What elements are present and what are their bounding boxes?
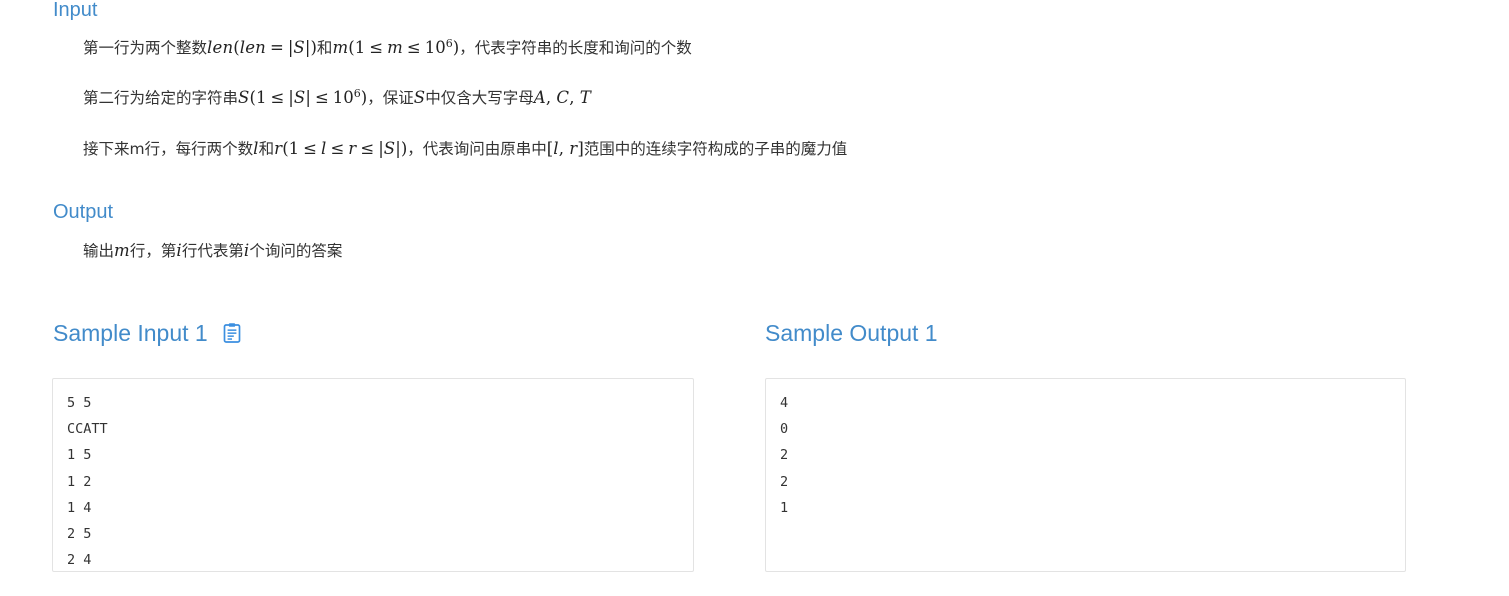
- math-token: S: [383, 139, 396, 158]
- statement-text: ，代表询问由原串中: [407, 140, 547, 158]
- math-token: ≤: [406, 38, 421, 57]
- sample-input-title: Sample Input 1: [53, 320, 208, 346]
- math-token: ≤: [330, 139, 345, 158]
- math-token: (1: [348, 38, 366, 57]
- math-token: 6: [353, 86, 361, 100]
- math-token: ≤: [369, 38, 384, 57]
- math-token: ≤: [303, 139, 317, 158]
- math-token: A: [533, 88, 546, 107]
- math-token: len: [239, 38, 267, 57]
- statement-text: 范围中的连续字符构成的子串的魔力值: [583, 140, 848, 158]
- input-line-1: 第一行为两个整数len(len = |S|)和m(1 ≤ m ≤106)，代表字符串的长度…: [83, 37, 692, 59]
- section-heading-output: Output: [53, 201, 114, 223]
- sample-input-content: 5 5 CCATT 1 5 1 2 1 4 2 5 2 4: [67, 395, 108, 569]
- math-token: 6: [445, 36, 453, 50]
- input-line-3: 接下来m行，每行两个数l和r(1 ≤ l ≤ r ≤ |S|)，代表询问由原串中[l, r]…: [83, 138, 847, 160]
- math-token: S: [413, 88, 426, 107]
- math-token: ≤: [360, 139, 375, 158]
- statement-text: 第一行为两个整数: [83, 39, 208, 57]
- math-token: r: [274, 139, 283, 158]
- sample-input-header: Sample Input 1: [53, 319, 242, 347]
- section-heading-input: Input: [53, 0, 98, 21]
- sample-output-box: 4 0 2 2 1: [765, 378, 1406, 572]
- math-token: S: [238, 88, 250, 107]
- statement-text: 中仅含大写字母: [425, 89, 534, 107]
- statement-text: 输出: [83, 242, 115, 260]
- math-token: |): [395, 139, 408, 158]
- math-token: S: [293, 38, 305, 57]
- output-line-1: 输出m行，第i行代表第i个询问的答案: [83, 240, 342, 262]
- math-token: 10: [424, 38, 446, 57]
- math-token: (1: [249, 88, 267, 107]
- sample-output-title: Sample Output 1: [765, 320, 938, 346]
- math-token: 10: [332, 88, 354, 107]
- statement-text: 和: [258, 140, 275, 158]
- statement-text: 个询问的答案: [249, 242, 343, 260]
- problem-statement-page: Input 第一行为两个整数len(len = |S|)和m(1 ≤ m ≤106)，代表…: [0, 0, 1509, 596]
- math-token: ,: [558, 139, 570, 158]
- math-token: |): [304, 38, 317, 57]
- sample-output-content: 4 0 2 2 1: [780, 395, 789, 516]
- math-token: ,: [569, 88, 580, 107]
- math-token: len: [207, 38, 234, 57]
- statement-text: 接下来m行，每行两个数: [83, 140, 254, 158]
- math-token: m: [114, 241, 130, 260]
- math-token: m: [387, 38, 403, 57]
- math-token: S: [293, 88, 306, 107]
- math-token: C: [556, 88, 570, 107]
- sample-input-box: 5 5 CCATT 1 5 1 2 1 4 2 5 2 4: [52, 378, 694, 572]
- input-line-2: 第二行为给定的字符串S(1 ≤ |S| ≤106)，保证S中仅含大写字母A, C, T: [83, 87, 591, 109]
- statement-text: 和: [316, 39, 333, 57]
- clipboard-copy-icon[interactable]: [222, 322, 242, 344]
- math-token: (1: [282, 139, 300, 158]
- statement-text: 行代表第: [181, 242, 244, 260]
- math-token: m: [332, 38, 349, 57]
- statement-text: ，保证: [367, 89, 414, 107]
- math-token: =: [270, 38, 284, 57]
- math-token: ≤: [270, 88, 285, 107]
- math-token: T: [579, 88, 591, 107]
- statement-text: 行，第: [129, 242, 177, 260]
- statement-text: 第二行为给定的字符串: [83, 89, 239, 107]
- sample-output-header: Sample Output 1: [765, 319, 938, 347]
- math-token: ≤: [314, 88, 329, 107]
- statement-text: ，代表字符串的长度和询问的个数: [459, 39, 692, 57]
- math-token: ,: [545, 88, 557, 107]
